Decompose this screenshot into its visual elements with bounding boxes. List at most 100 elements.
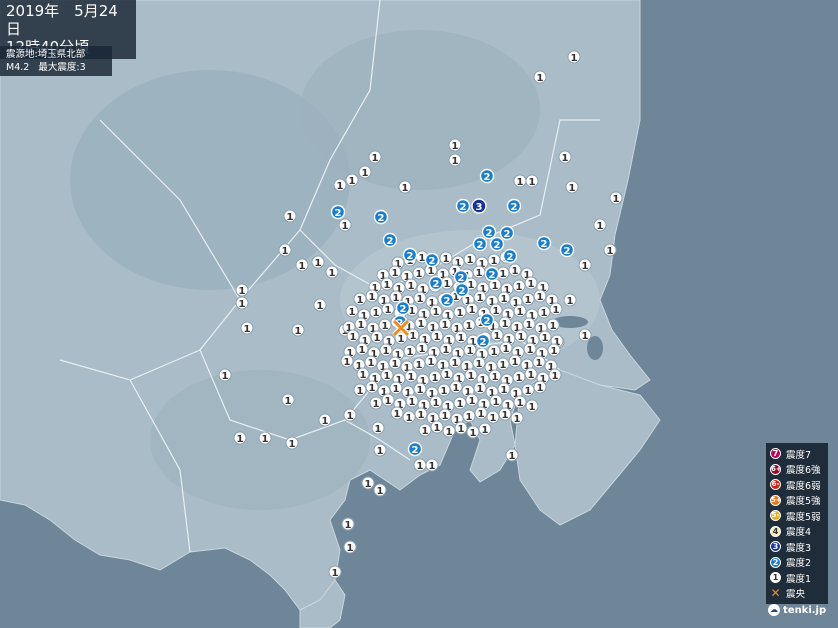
epicenter-label: 震源地 (6, 49, 35, 60)
marker-intensity-2: 2 (475, 333, 491, 349)
legend-label: 震度5弱 (786, 511, 821, 523)
epicenter-value: 埼玉県北部 (37, 49, 86, 60)
svg-text:1: 1 (428, 357, 435, 368)
marker-intensity-2: 2 (484, 266, 500, 282)
svg-text:1: 1 (357, 386, 364, 397)
svg-text:1: 1 (347, 543, 354, 554)
svg-text:1: 1 (607, 246, 614, 257)
svg-text:1: 1 (322, 416, 329, 427)
svg-text:1: 1 (582, 261, 589, 272)
svg-text:1: 1 (491, 347, 498, 358)
svg-text:1: 1 (444, 279, 451, 290)
svg-text:2: 2 (387, 236, 394, 247)
magnitude-value: M4.2 (6, 62, 30, 73)
svg-text:2: 2 (459, 286, 466, 297)
svg-text:2: 2 (507, 252, 514, 263)
svg-text:1: 1 (452, 358, 459, 369)
svg-text:3: 3 (476, 202, 483, 213)
svg-text:1: 1 (493, 306, 500, 317)
marker-intensity-2: 2 (559, 242, 575, 258)
svg-text:1: 1 (417, 385, 424, 396)
legend-dot-icon: 6+ (770, 463, 782, 475)
svg-text:1: 1 (393, 384, 400, 395)
svg-text:1: 1 (332, 568, 339, 579)
svg-text:1: 1 (345, 520, 352, 531)
svg-text:1: 1 (551, 346, 558, 357)
svg-text:1: 1 (419, 253, 426, 264)
seismic-intensity-map: 1 1 1 1 1 1 1 1 1 1 1 1 1 1 1 1 1 1 1 1 … (0, 0, 838, 628)
mountain-shade (300, 30, 540, 190)
svg-text:1: 1 (537, 73, 544, 84)
svg-text:1: 1 (342, 221, 349, 232)
magnitude-row: M4.2 最大震度:3 (6, 62, 86, 73)
svg-text:1: 1 (562, 153, 569, 164)
svg-text:1: 1 (613, 194, 620, 205)
svg-text:1: 1 (528, 279, 535, 290)
svg-text:2: 2 (541, 239, 548, 250)
svg-text:1: 1 (344, 357, 351, 368)
svg-text:1: 1 (337, 181, 344, 192)
svg-text:1: 1 (359, 345, 366, 356)
svg-text:1: 1 (478, 409, 485, 420)
legend-dot-icon: 3 (770, 541, 781, 553)
svg-text:1: 1 (434, 332, 441, 343)
legend-label: 震央 (786, 589, 806, 601)
svg-text:1: 1 (571, 53, 578, 64)
svg-text:1: 1 (502, 410, 509, 421)
svg-text:2: 2 (378, 213, 385, 224)
svg-text:2: 2 (511, 202, 518, 213)
svg-text:1: 1 (529, 177, 536, 188)
svg-text:1: 1 (469, 305, 476, 316)
svg-text:1: 1 (394, 409, 401, 420)
svg-text:1: 1 (468, 371, 475, 382)
svg-text:1: 1 (282, 246, 289, 257)
svg-text:1: 1 (553, 305, 560, 316)
svg-text:1: 1 (470, 428, 477, 439)
legend-item: 2 震度2 (770, 555, 824, 571)
marker-intensity-2: 2 (479, 168, 495, 184)
svg-text:1: 1 (369, 292, 376, 303)
legend-item: 7 震度7 (770, 446, 824, 462)
svg-text:1: 1 (409, 397, 416, 408)
svg-text:1: 1 (518, 332, 525, 343)
legend-item: 5- 震度5弱 (770, 508, 824, 524)
svg-text:1: 1 (503, 344, 510, 355)
marker-intensity-2: 2 (536, 235, 552, 251)
svg-text:1: 1 (536, 358, 543, 369)
svg-text:1: 1 (444, 370, 451, 381)
svg-text:2: 2 (460, 202, 467, 213)
svg-text:1: 1 (385, 396, 392, 407)
svg-text:1: 1 (492, 281, 499, 292)
svg-text:1: 1 (482, 425, 489, 436)
svg-text:1: 1 (385, 305, 392, 316)
marker-intensity-2: 2 (382, 232, 398, 248)
svg-text:1: 1 (408, 281, 415, 292)
max-intensity-label: 最大震度 (38, 62, 77, 73)
svg-text:1: 1 (383, 346, 390, 357)
svg-text:1: 1 (491, 256, 498, 267)
svg-text:1: 1 (469, 396, 476, 407)
svg-text:1: 1 (393, 293, 400, 304)
svg-text:1: 1 (422, 426, 429, 437)
intensity-legend: 7 震度7 6+ 震度6強 6- 震度6弱 5+ 震度5強 5- 震度5弱 4 震度4 3震… (766, 443, 828, 604)
svg-text:1: 1 (542, 333, 549, 344)
svg-text:1: 1 (289, 439, 296, 450)
svg-text:1: 1 (398, 334, 405, 345)
brand-logo[interactable]: ☁ tenki.jp (768, 604, 826, 616)
report-date: 2019年 5月24日 (6, 2, 118, 38)
svg-text:1: 1 (443, 345, 450, 356)
svg-text:1: 1 (500, 269, 507, 280)
svg-text:1: 1 (416, 360, 423, 371)
legend-dot-icon: 4 (770, 525, 781, 537)
svg-text:2: 2 (400, 304, 407, 315)
svg-text:1: 1 (416, 269, 423, 280)
svg-text:1: 1 (517, 398, 524, 409)
svg-text:2: 2 (458, 273, 465, 284)
svg-text:1: 1 (392, 268, 399, 279)
svg-text:1: 1 (512, 357, 519, 368)
svg-text:1: 1 (466, 412, 473, 423)
legend-label: 震度6強 (786, 465, 821, 477)
svg-text:1: 1 (476, 268, 483, 279)
svg-text:1: 1 (317, 301, 324, 312)
svg-text:1: 1 (408, 372, 415, 383)
